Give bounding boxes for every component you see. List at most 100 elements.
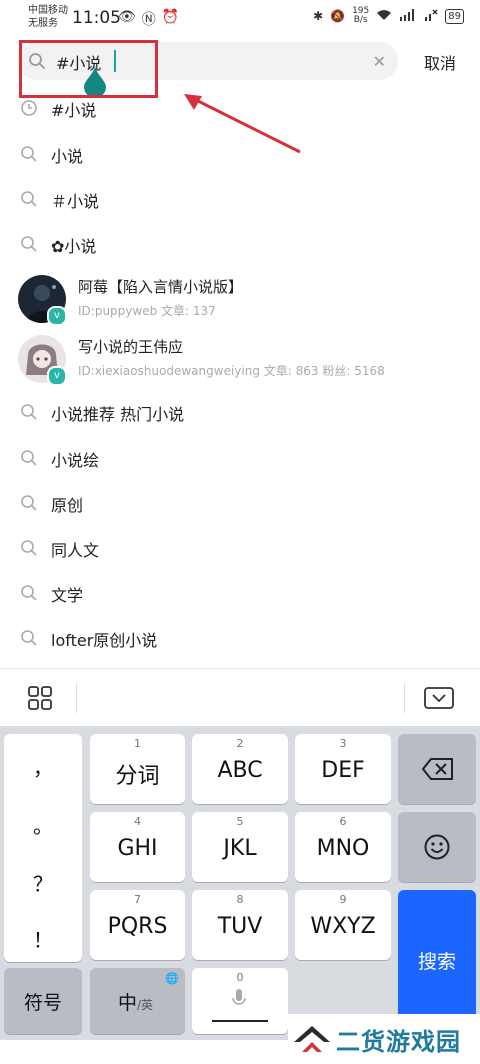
key-label: GHI <box>117 836 158 861</box>
list-item-label: 文学 <box>51 586 84 605</box>
list-item[interactable]: 小说推荐 热门小说 <box>0 390 480 434</box>
status-icons-right: ✱ 🔕 195 B/s 89 <box>313 7 464 25</box>
watermark: 二货游戏园 <box>288 1014 480 1064</box>
key-label: PQRS <box>107 914 168 939</box>
list-item[interactable]: #小说 <box>0 86 480 130</box>
key-number: 5 <box>236 815 244 828</box>
key-8[interactable]: 8 TUV <box>192 890 288 960</box>
key-7[interactable]: 7 PQRS <box>90 890 185 960</box>
key-number: 7 <box>134 893 141 906</box>
status-icons-left: 👁 Ⓝ ⏰ <box>118 9 179 29</box>
verified-badge-icon: v <box>47 306 67 326</box>
toolbar-divider <box>76 683 77 713</box>
clear-icon[interactable]: ✕ <box>373 52 386 71</box>
search-icon <box>21 585 37 601</box>
cancel-button[interactable]: 取消 <box>424 50 456 74</box>
watermark-logo-icon <box>294 1026 330 1052</box>
key-label: TUV <box>217 914 263 939</box>
keyboard: ， 。 ？ ！ 1 分词 2 ABC 3 DEF 4 GHI 5 JKL 6 M… <box>0 726 480 1064</box>
list-item[interactable]: lofter原创小说 <box>0 616 480 660</box>
search-icon <box>21 495 37 511</box>
search-icon <box>21 540 37 556</box>
alarm-icon: ⏰ <box>161 9 180 25</box>
history-clock-icon <box>21 100 37 116</box>
user-result[interactable]: v 写小说的王伟应 ID:xiexiaoshuodewangweiying 文章… <box>0 332 480 388</box>
wifi-icon <box>376 9 392 24</box>
net-speed-unit: B/s <box>353 15 368 25</box>
user-name: 写小说的王伟应 <box>78 338 184 356</box>
key-label: DEF <box>321 758 365 783</box>
key-3[interactable]: 3 DEF <box>295 734 391 804</box>
list-item[interactable]: 小说绘 <box>0 436 480 480</box>
lang-alt-label: /英 <box>137 998 154 1012</box>
search-icon <box>21 404 37 420</box>
net-speed: 195 B/s <box>352 7 369 25</box>
list-item-label: ✿小说 <box>51 237 97 256</box>
symbols-button[interactable]: 符号 <box>4 968 82 1034</box>
language-switch-button[interactable]: 🌐 中/英 <box>90 968 185 1034</box>
key-9[interactable]: 9 WXYZ <box>295 890 391 960</box>
nfc-icon: Ⓝ <box>141 12 156 28</box>
list-item-label: ＃小说 <box>51 192 100 211</box>
key-6[interactable]: 6 MNO <box>295 812 391 882</box>
key-label: WXYZ <box>310 914 376 939</box>
key-2[interactable]: 2 ABC <box>192 734 288 804</box>
mute-icon: 🔕 <box>330 9 346 23</box>
list-item[interactable]: ＃小说 <box>0 177 480 221</box>
list-item[interactable]: ✿小说 <box>0 222 480 266</box>
key-number: 4 <box>134 815 141 828</box>
keyboard-collapse-icon[interactable] <box>424 687 454 709</box>
toolbar-divider <box>404 683 405 713</box>
key-label: 分词 <box>115 764 160 789</box>
key-number: 0 <box>236 971 244 984</box>
backspace-button[interactable] <box>398 734 476 804</box>
keyboard-toolbar <box>0 668 480 727</box>
search-icon <box>21 450 37 466</box>
key-number: 9 <box>339 893 347 906</box>
search-submit-button[interactable]: 搜索 <box>398 890 476 1032</box>
user-meta: ID:puppyweb 文章: 137 <box>78 304 216 318</box>
bluetooth-icon: ✱ <box>313 9 324 23</box>
key-5[interactable]: 5 JKL <box>192 812 288 882</box>
list-item[interactable]: 原创 <box>0 481 480 525</box>
backspace-icon <box>422 758 453 780</box>
user-name: 阿莓【陷入言情小说版】 <box>78 278 244 296</box>
punct-key[interactable]: ， <box>4 752 82 781</box>
space-bar-line <box>212 1020 268 1022</box>
emoji-button[interactable] <box>398 812 476 882</box>
key-label: ABC <box>217 758 263 783</box>
carrier-service: 无服务 <box>28 18 58 29</box>
list-item[interactable]: 同人文 <box>0 526 480 570</box>
list-item[interactable]: 文学 <box>0 571 480 615</box>
space-button[interactable]: 0 <box>192 968 288 1034</box>
punct-key[interactable]: ？ <box>4 868 82 897</box>
grid-menu-icon[interactable] <box>28 686 52 710</box>
key-number: 1 <box>134 737 141 750</box>
list-item-label: 小说推荐 热门小说 <box>51 405 185 424</box>
battery-indicator: 89 <box>445 8 464 24</box>
key-1[interactable]: 1 分词 <box>90 734 185 804</box>
punct-key[interactable]: ！ <box>4 924 82 953</box>
lang-main-label: 中 <box>118 992 138 1014</box>
carrier-name: 中国移动 <box>28 5 68 16</box>
signal-icon <box>399 8 417 24</box>
eye-icon: 👁 <box>118 9 136 25</box>
key-label: JKL <box>223 836 257 861</box>
list-item-label: 小说绘 <box>51 451 100 470</box>
key-number: 3 <box>339 737 347 750</box>
list-item-label: #小说 <box>51 101 97 120</box>
status-time: 11:05 <box>72 8 121 28</box>
key-number: 6 <box>339 815 347 828</box>
list-item-label: 小说 <box>51 147 84 166</box>
symbols-label: 符号 <box>23 992 62 1014</box>
punct-key[interactable]: 。 <box>4 810 82 839</box>
list-item[interactable]: 小说 <box>0 132 480 176</box>
user-result[interactable]: v 阿莓【陷入言情小说版】 ID:puppyweb 文章: 137 <box>0 272 480 328</box>
globe-icon: 🌐 <box>165 972 179 985</box>
list-item-label: 同人文 <box>51 541 100 560</box>
search-icon <box>21 146 37 162</box>
key-4[interactable]: 4 GHI <box>90 812 185 882</box>
key-number: 2 <box>236 737 244 750</box>
punctuation-column[interactable]: ， 。 ？ ！ <box>4 734 82 962</box>
no-sim-icon <box>424 8 438 24</box>
